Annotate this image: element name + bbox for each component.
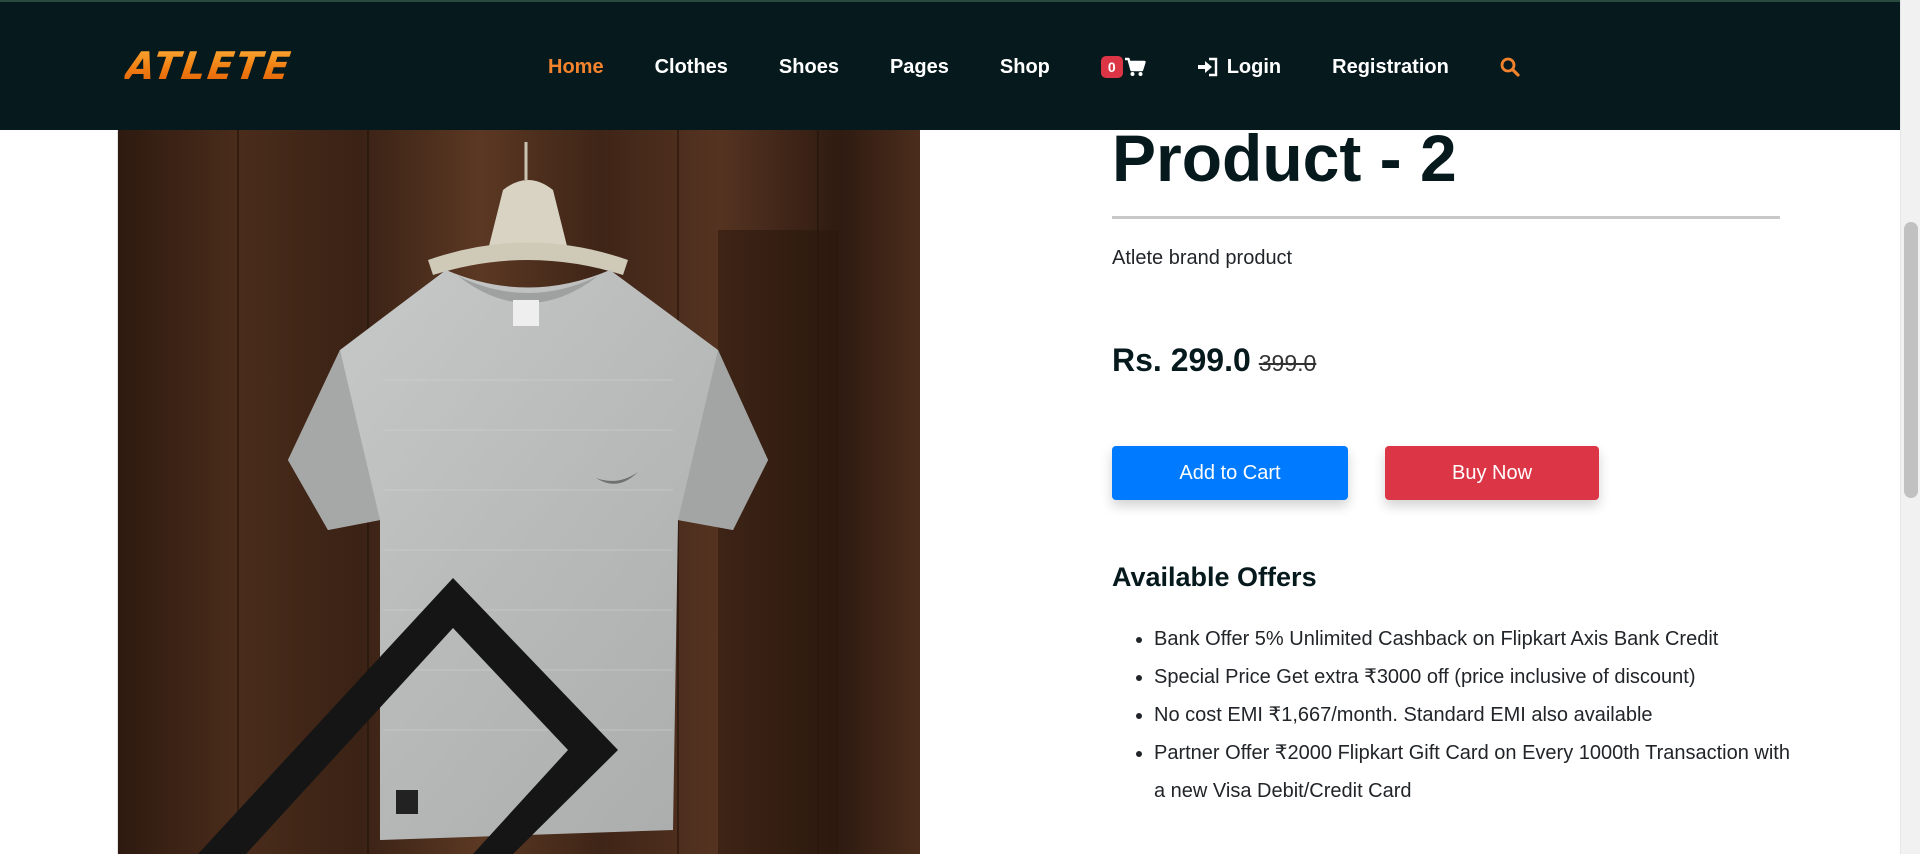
buy-now-button[interactable]: Buy Now: [1385, 446, 1599, 500]
offer-item: Partner Offer ₹2000 Flipkart Gift Card o…: [1154, 734, 1802, 810]
title-divider: [1112, 216, 1780, 219]
original-price: 399.0: [1258, 350, 1317, 376]
product-title: Product - 2: [1112, 121, 1457, 195]
cart-link[interactable]: 0: [1100, 56, 1146, 78]
offer-item: Bank Offer 5% Unlimited Cashback on Flip…: [1154, 620, 1802, 658]
cart-count-badge: 0: [1100, 56, 1123, 78]
login-link[interactable]: Login: [1197, 56, 1281, 79]
nav-link-shop[interactable]: Shop: [1000, 56, 1050, 79]
product-description: Atlete brand product: [1112, 247, 1293, 269]
current-price: Rs. 299.0: [1112, 342, 1251, 378]
page-scrollbar[interactable]: [1900, 0, 1920, 854]
nav-link-home[interactable]: Home: [548, 56, 604, 79]
nav-links: Home Clothes Shoes Pages Shop 0 Login Re…: [548, 2, 1571, 132]
offers-heading: Available Offers: [1112, 562, 1317, 592]
price-row: Rs. 299.0 399.0: [1112, 342, 1316, 379]
scrollbar-thumb[interactable]: [1904, 222, 1918, 498]
brand-logo[interactable]: ATLETE: [123, 44, 295, 88]
offers-list: Bank Offer 5% Unlimited Cashback on Flip…: [1112, 620, 1802, 810]
offer-item: Special Price Get extra ₹3000 off (price…: [1154, 658, 1802, 696]
product-image: [117, 130, 920, 854]
nav-link-clothes[interactable]: Clothes: [655, 56, 728, 79]
top-navbar: ATLETE Home Clothes Shoes Pages Shop 0 L…: [0, 0, 1900, 130]
sign-in-icon: [1197, 57, 1219, 77]
nav-link-pages[interactable]: Pages: [890, 56, 949, 79]
shopping-cart-icon: [1124, 57, 1146, 77]
search-button[interactable]: [1500, 57, 1520, 77]
offer-item: No cost EMI ₹1,667/month. Standard EMI a…: [1154, 696, 1802, 734]
nav-link-shoes[interactable]: Shoes: [779, 56, 839, 79]
search-icon: [1500, 57, 1520, 77]
registration-link[interactable]: Registration: [1332, 56, 1449, 79]
login-label: Login: [1226, 55, 1282, 78]
add-to-cart-button[interactable]: Add to Cart: [1112, 446, 1348, 500]
